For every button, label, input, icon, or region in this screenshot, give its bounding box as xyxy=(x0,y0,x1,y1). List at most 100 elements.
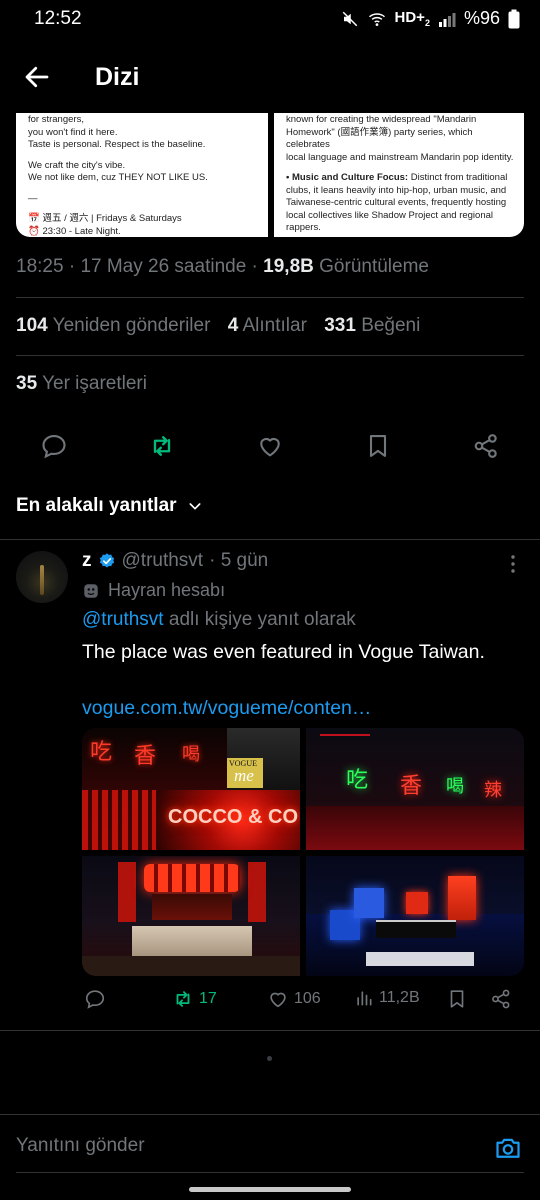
repost-icon[interactable] xyxy=(148,432,176,460)
reply-time[interactable]: · 5 gün xyxy=(209,550,268,572)
reply-action-bar: 17 106 11,2B xyxy=(82,988,524,1018)
home-gesture-bar[interactable] xyxy=(189,1187,351,1192)
wifi-icon xyxy=(368,12,385,26)
reply-bookmark-button[interactable] xyxy=(446,988,468,1010)
share-icon xyxy=(492,989,510,1009)
media-document-left[interactable]: for strangers, you won't find it here. Tas… xyxy=(16,113,268,237)
replying-to-suffix: adlı kişiye yanıt olarak xyxy=(168,609,356,630)
post-stats: 104 Yeniden gönderiler 4 Alıntılar 331 B… xyxy=(16,315,432,337)
comment-icon[interactable] xyxy=(40,432,68,460)
image-vogue-collage[interactable]: 吃 香 喝 VOGUE me COCCO & CO xyxy=(82,728,300,850)
page-title: Dizi xyxy=(95,63,140,91)
bookmark-icon[interactable] xyxy=(364,432,392,460)
bookmark-icon xyxy=(450,990,464,1008)
reply-repost-count: 17 xyxy=(199,990,217,1007)
document-line: local collectives like Shadow Project an… xyxy=(286,209,494,221)
document-line: Taiwanese-centric cultural events, frequ… xyxy=(286,197,507,208)
document-line: known for creating the widespread "Manda… xyxy=(286,114,477,125)
media-document-right[interactable]: known for creating the widespread "Manda… xyxy=(274,113,524,237)
status-bar: 12:52 HD+2 %96 xyxy=(0,0,540,40)
divider xyxy=(16,297,524,298)
post-action-bar xyxy=(0,428,540,464)
document-line xyxy=(286,164,514,172)
neon-sign-text: COCCO & CO xyxy=(168,806,298,828)
back-arrow-icon[interactable] xyxy=(22,62,52,92)
image-dj-booth[interactable] xyxy=(306,856,524,976)
reply-link[interactable]: vogue.com.tw/vogueme/conten… xyxy=(82,697,371,720)
reply-comment-button[interactable] xyxy=(84,988,106,1010)
mute-icon xyxy=(342,11,357,26)
document-line xyxy=(28,205,258,213)
document-line: • Music and Culture Focus: Distinct from… xyxy=(286,172,508,183)
composer-underline xyxy=(16,1172,524,1173)
image-club-neon-signs[interactable]: 吃 香 喝 辣 xyxy=(306,728,524,850)
avatar[interactable] xyxy=(16,551,68,603)
views-chart-icon xyxy=(357,991,372,1006)
theater-masks-icon xyxy=(84,583,98,598)
replying-to-mention[interactable]: @truthsvt xyxy=(82,609,164,630)
divider xyxy=(0,1114,540,1115)
app-header: Dizi xyxy=(0,52,540,108)
reply-like-button[interactable]: 106 xyxy=(267,988,321,1010)
post-date[interactable]: 17 May 26 saatinde xyxy=(80,256,246,277)
reply-views-button[interactable]: 11,2B xyxy=(354,988,420,1008)
post-media[interactable]: for strangers, you won't find it here. Tas… xyxy=(16,113,524,237)
document-line: — xyxy=(28,192,38,204)
camera-icon[interactable] xyxy=(494,1134,522,1162)
document-line: Taste is personal. Respect is the baseli… xyxy=(28,139,206,150)
reply-author-name[interactable]: z xyxy=(82,550,92,572)
document-line xyxy=(28,152,258,160)
likes-stat[interactable]: 331 Beğeni xyxy=(324,315,432,336)
verified-badge-icon xyxy=(99,553,114,568)
fan-account-label: Hayran hesabı xyxy=(108,580,226,600)
document-line: rappers. xyxy=(286,222,321,233)
reply-views-count: 11,2B xyxy=(379,989,420,1006)
post-meta: 18:25 · 17 May 26 saatinde · 19,8B Görün… xyxy=(16,256,429,277)
views-label: Görüntüleme xyxy=(319,256,429,277)
replying-to: @truthsvt adlı kişiye yanıt olarak xyxy=(82,609,356,631)
bookmarks-stat[interactable]: 35 Yer işaretleri xyxy=(16,373,159,395)
battery-percent: %96 xyxy=(463,8,500,28)
document-line: clubs, it leans heavily into hip-hop, ur… xyxy=(286,184,507,196)
reposts-stat[interactable]: 104 Yeniden gönderiler xyxy=(16,315,222,336)
divider xyxy=(0,1030,540,1031)
document-line: 📅 週五 / 週六 | Fridays & Saturdays xyxy=(28,213,182,224)
vogue-me-logo: me xyxy=(234,766,254,785)
status-time: 12:52 xyxy=(34,8,82,29)
post-time: 18:25 xyxy=(16,256,64,277)
document-line: for strangers, xyxy=(28,114,84,125)
reply-header: z @truthsvt · 5 gün xyxy=(82,550,268,572)
document-line: Homework" (國語作業簿) party series, which ce… xyxy=(286,126,473,151)
quotes-stat[interactable]: 4 Alıntılar xyxy=(228,315,319,336)
views-count: 19,8B xyxy=(263,256,314,277)
comment-icon xyxy=(85,990,105,1009)
loading-indicator xyxy=(267,1056,272,1061)
divider xyxy=(16,355,524,356)
status-icons: HD+2 %96 xyxy=(341,8,520,29)
document-line: We not like dem, cuz THEY NOT LIKE US. xyxy=(28,172,208,183)
document-line: ⏰ 23:30 - Late Night. xyxy=(28,225,121,237)
chevron-down-icon xyxy=(189,503,201,510)
reply-handle[interactable]: @truthsvt xyxy=(122,550,204,572)
more-options-icon[interactable] xyxy=(506,553,520,575)
network-type-label: HD+2 xyxy=(394,9,430,28)
reply-composer-input[interactable]: Yanıtını gönder xyxy=(16,1135,145,1157)
document-line: We craft the city's vibe. xyxy=(28,159,126,171)
divider xyxy=(0,539,540,540)
heart-icon[interactable] xyxy=(256,432,284,460)
heart-icon xyxy=(270,992,286,1008)
reply-image-grid: 吃 香 喝 VOGUE me COCCO & CO 吃 香 喝 辣 xyxy=(82,728,524,976)
document-line: local language and mainstream Mandarin p… xyxy=(286,151,514,163)
image-bar-lanterns[interactable] xyxy=(82,856,300,976)
reply-share-button[interactable] xyxy=(490,988,512,1010)
fan-account-badge: Hayran hesabı xyxy=(82,580,225,601)
sort-label: En alakalı yanıtlar xyxy=(16,495,177,516)
share-icon[interactable] xyxy=(472,432,500,460)
reply-like-count: 106 xyxy=(294,990,321,1007)
replies-sort-dropdown[interactable]: En alakalı yanıtlar xyxy=(16,495,203,517)
repost-icon xyxy=(176,991,190,1007)
battery-icon xyxy=(508,9,520,28)
reply-repost-button[interactable]: 17 xyxy=(172,988,217,1010)
document-line: you won't find it here. xyxy=(28,126,118,138)
signal-icon xyxy=(438,12,456,27)
